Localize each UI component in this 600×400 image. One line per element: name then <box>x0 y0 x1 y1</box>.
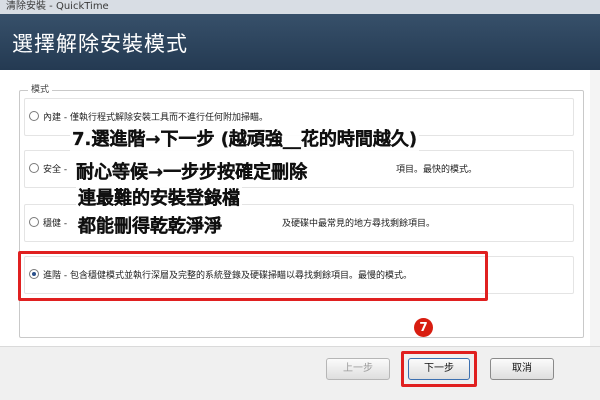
mode-group-label: 模式 <box>28 82 53 95</box>
annotation-line-1: 7.選進階→下一步 (越頑強__花的時間越久) <box>70 125 420 151</box>
step-number-badge: 7 <box>414 318 433 337</box>
annotation-line-3: 連最難的安裝登錄檔 <box>76 184 242 210</box>
window-titlebar: 清除安裝 - QuickTime <box>0 0 600 14</box>
advanced-highlight-frame <box>18 251 488 301</box>
option-builtin-label: 內建 - 僅執行程式解除安裝工具而不進行任何附加掃瞄。 <box>43 113 268 123</box>
back-button[interactable]: 上一步 <box>326 358 390 380</box>
option-moderate-label-tail: 及硬碟中最常見的地方尋找剩餘項目。 <box>282 219 436 229</box>
next-button[interactable]: 下一步 <box>408 358 470 380</box>
annotation-line-4: 都能刪得乾乾淨淨 <box>76 212 224 238</box>
page-title: 選擇解除安裝模式 <box>12 32 188 56</box>
annotation-line-2: 耐心等候→一步步按確定刪除 <box>74 158 310 184</box>
radio-builtin[interactable] <box>29 111 39 121</box>
window-title: 清除安裝 - QuickTime <box>6 1 109 12</box>
radio-moderate[interactable] <box>29 217 39 227</box>
window-edge <box>590 70 600 346</box>
option-safe-label: 安全 - <box>43 165 68 175</box>
header-banner: 選擇解除安裝模式 <box>0 14 600 70</box>
radio-safe[interactable] <box>29 163 39 173</box>
option-moderate-label: 穩健 - <box>43 219 68 229</box>
option-safe-label-tail: 項目。最快的模式。 <box>396 165 478 175</box>
cancel-button[interactable]: 取消 <box>490 358 554 380</box>
